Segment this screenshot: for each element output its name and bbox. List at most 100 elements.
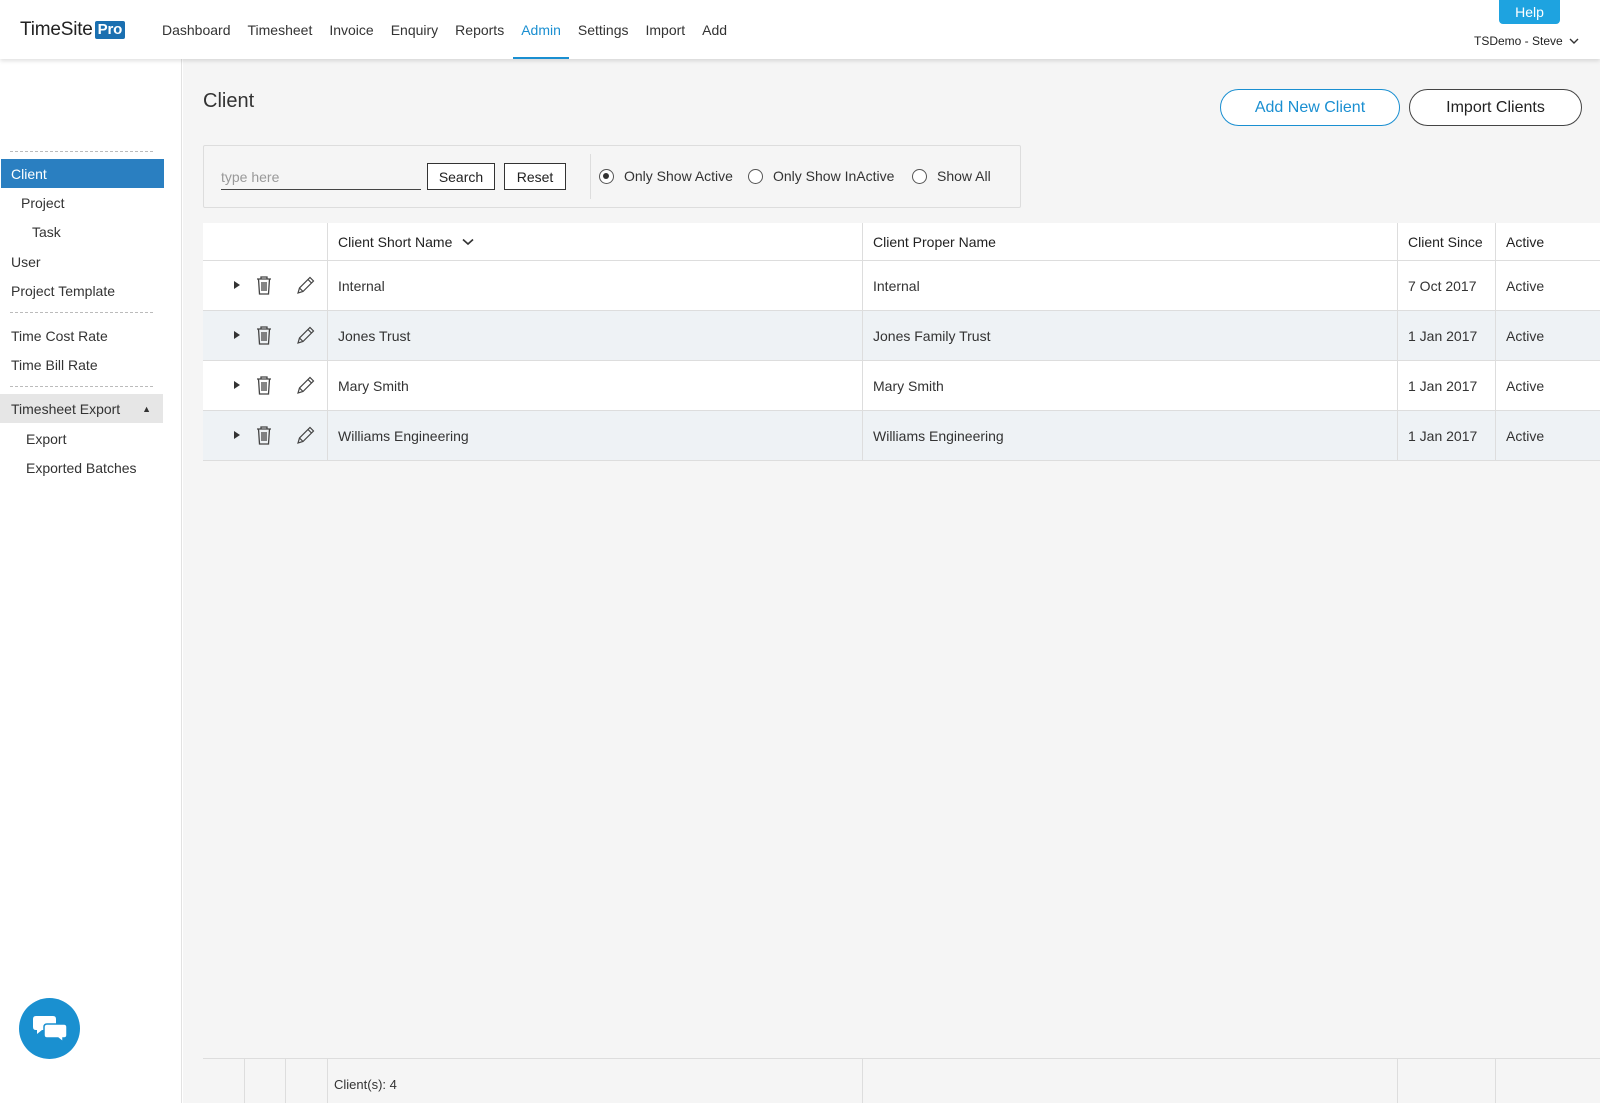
column-header-client-since[interactable]: Client Since [1397,223,1495,261]
main-content: Client Add New Client Import Clients Sea… [183,59,1600,1103]
user-menu[interactable]: TSDemo - Steve [1474,34,1579,48]
filter-divider [590,154,591,199]
pencil-icon[interactable] [295,275,316,296]
pencil-icon[interactable] [295,425,316,446]
radio-label: Show All [937,168,991,184]
nav-dashboard[interactable]: Dashboard [154,0,239,59]
sidebar-item-label: Exported Batches [26,459,137,476]
radio-only-show-inactive[interactable]: Only Show InActive [748,168,894,184]
sidebar-item-label: Time Cost Rate [11,327,108,344]
pencil-icon[interactable] [295,375,316,396]
cell-short-name: Mary Smith [327,361,862,410]
radio-only-show-active[interactable]: Only Show Active [599,168,733,184]
trash-icon[interactable] [255,275,273,296]
radio-label: Only Show Active [624,168,733,184]
radio-unchecked-icon [912,168,927,184]
client-grid: Client Short Name Client Proper Name Cli… [203,223,1600,1103]
row-actions [203,411,327,460]
cell-proper-name: Mary Smith [862,361,1397,410]
grid-footer: Client(s): 4 [203,1058,1600,1103]
import-clients-button[interactable]: Import Clients [1409,89,1582,126]
cell-client-since: 7 Oct 2017 [1397,261,1495,310]
table-row[interactable]: Jones Trust Jones Family Trust 1 Jan 201… [203,311,1600,361]
nav-import[interactable]: Import [637,0,693,59]
nav-invoice[interactable]: Invoice [321,0,381,59]
chat-button[interactable] [19,998,80,1059]
cell-proper-name: Internal [862,261,1397,310]
grid-header: Client Short Name Client Proper Name Cli… [203,223,1600,261]
sidebar-item-label: Timesheet Export [11,400,121,417]
sidebar-item-label: Task [32,223,61,240]
table-row[interactable]: Internal Internal 7 Oct 2017 Active [203,261,1600,311]
user-name: TSDemo - Steve [1474,34,1563,48]
reset-button[interactable]: Reset [504,163,566,190]
nav-timesheet[interactable]: Timesheet [240,0,321,59]
logo-badge: Pro [94,21,126,39]
sidebar-item-label: Export [26,430,67,447]
sidebar-item-user[interactable]: User [0,247,163,276]
radio-show-all[interactable]: Show All [912,168,991,184]
nav-add[interactable]: Add [694,0,735,59]
footer-divider [1397,1059,1398,1103]
cell-client-since: 1 Jan 2017 [1397,311,1495,360]
row-actions [203,361,327,410]
sidebar-item-time-bill-rate[interactable]: Time Bill Rate [0,350,163,379]
sidebar-item-project-template[interactable]: Project Template [0,276,163,305]
column-header-short-name[interactable]: Client Short Name [327,223,862,261]
cell-active: Active [1495,361,1600,410]
sidebar-item-project[interactable]: Project [0,188,163,217]
radio-label: Only Show InActive [773,168,895,184]
footer-divider [327,1059,328,1103]
main-nav: Dashboard Timesheet Invoice Enquiry Repo… [154,0,736,59]
chevron-down-icon [1569,38,1579,44]
sidebar-item-label: User [11,253,41,270]
table-row[interactable]: Williams Engineering Williams Engineerin… [203,411,1600,461]
column-header-proper-name[interactable]: Client Proper Name [862,223,1397,261]
expand-arrow-icon[interactable] [234,331,240,339]
sidebar-item-exported-batches[interactable]: Exported Batches [0,453,163,482]
cell-client-since: 1 Jan 2017 [1397,361,1495,410]
sidebar-item-task[interactable]: Task [0,217,163,246]
column-header-active[interactable]: Active [1495,223,1600,261]
cell-client-since: 1 Jan 2017 [1397,411,1495,460]
nav-settings[interactable]: Settings [570,0,637,59]
sidebar: Client Project Task User Project Templat… [0,59,182,1103]
search-button[interactable]: Search [427,163,495,190]
nav-enquiry[interactable]: Enquiry [383,0,446,59]
trash-icon[interactable] [255,325,273,346]
add-new-client-button[interactable]: Add New Client [1220,89,1400,126]
expand-arrow-icon[interactable] [234,431,240,439]
page-title: Client [203,90,255,112]
sidebar-group-timesheet-export[interactable]: Timesheet Export ▲ [0,394,163,423]
search-input[interactable] [221,165,421,190]
cell-short-name: Williams Engineering [327,411,862,460]
table-row[interactable]: Mary Smith Mary Smith 1 Jan 2017 Active [203,361,1600,411]
app-logo[interactable]: TimeSite Pro [20,19,126,41]
radio-checked-icon [599,168,614,184]
help-button[interactable]: Help [1499,0,1560,24]
cell-active: Active [1495,261,1600,310]
top-bar: TimeSite Pro Dashboard Timesheet Invoice… [0,0,1600,59]
nav-reports[interactable]: Reports [447,0,512,59]
sidebar-item-export[interactable]: Export [0,424,163,453]
filter-panel: Search Reset Only Show Active Only Show … [203,145,1021,208]
expand-arrow-icon[interactable] [234,381,240,389]
footer-divider [862,1059,863,1103]
trash-icon[interactable] [255,425,273,446]
pencil-icon[interactable] [295,325,316,346]
cell-active: Active [1495,311,1600,360]
sidebar-item-label: Client [11,165,47,182]
chat-icon [32,1015,68,1044]
sidebar-divider [10,386,153,387]
trash-icon[interactable] [255,375,273,396]
cell-short-name: Internal [327,261,862,310]
footer-divider [1495,1059,1496,1103]
cell-active: Active [1495,411,1600,460]
sidebar-item-label: Project Template [11,282,116,299]
sidebar-item-label: Time Bill Rate [11,356,98,373]
expand-arrow-icon[interactable] [234,281,240,289]
nav-admin[interactable]: Admin [513,0,569,59]
sidebar-item-client[interactable]: Client [1,159,164,188]
cell-proper-name: Jones Family Trust [862,311,1397,360]
sidebar-item-time-cost-rate[interactable]: Time Cost Rate [0,321,163,350]
